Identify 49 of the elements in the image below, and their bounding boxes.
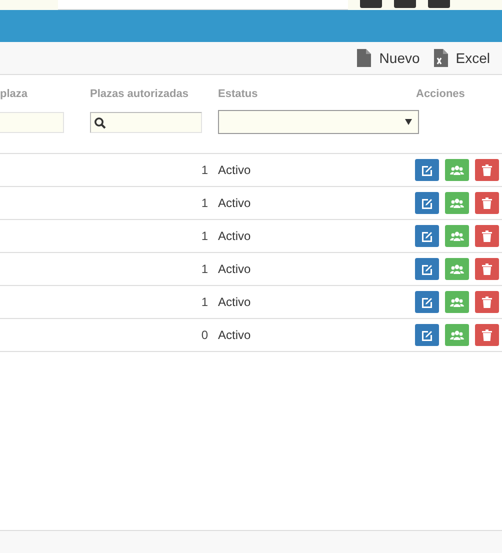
status-cell-text: Activo [217, 262, 252, 276]
column-header: plaza [0, 86, 29, 100]
table-cell-text: 1 [201, 163, 209, 177]
edit-button[interactable] [415, 324, 439, 346]
edit-button[interactable] [415, 225, 439, 247]
new-button[interactable]: Nuevo [357, 49, 420, 67]
delete-button[interactable] [475, 324, 499, 346]
column-header: Acciones [415, 86, 466, 100]
delete-button[interactable] [475, 291, 499, 313]
delete-button[interactable] [475, 159, 499, 181]
table-cell-text: 1 [201, 262, 209, 276]
edit-button[interactable] [415, 291, 439, 313]
status-cell-text: Activo [217, 229, 252, 243]
status-cell-text: Activo [217, 163, 252, 177]
dropdown-arrow-icon [405, 119, 412, 125]
spreadsheet-file-icon [434, 49, 448, 67]
members-button[interactable] [445, 324, 469, 346]
column-header: Estatus [217, 86, 259, 100]
trash-icon [479, 228, 495, 244]
search-icon [94, 116, 106, 128]
table-cell-text: 1 [201, 196, 209, 210]
trash-icon [479, 195, 495, 211]
search-field[interactable] [90, 112, 202, 133]
table-cell-text: 1 [201, 295, 209, 309]
members-button[interactable] [445, 225, 469, 247]
status-cell-text: Activo [217, 196, 252, 210]
delete-button[interactable] [475, 225, 499, 247]
table-cell-text: 0 [201, 328, 209, 342]
edit-button[interactable] [415, 159, 439, 181]
trash-icon [479, 327, 495, 343]
trash-icon [479, 261, 495, 277]
excel-button[interactable]: Excel [434, 49, 490, 67]
members-button[interactable] [445, 192, 469, 214]
members-button[interactable] [445, 258, 469, 280]
members-button[interactable] [445, 291, 469, 313]
filter-field[interactable] [0, 112, 64, 133]
edit-button[interactable] [415, 192, 439, 214]
status-cell-text: Activo [217, 328, 252, 342]
status-select[interactable] [218, 110, 419, 134]
trash-icon [479, 294, 495, 310]
edit-button[interactable] [415, 258, 439, 280]
delete-button[interactable] [475, 258, 499, 280]
status-cell-text: Activo [217, 295, 252, 309]
column-header: Plazas autorizadas [89, 86, 190, 100]
trash-icon [479, 162, 495, 178]
document-icon [357, 49, 372, 67]
delete-button[interactable] [475, 192, 499, 214]
table-cell-text: 1 [201, 229, 209, 243]
members-button[interactable] [445, 159, 469, 181]
